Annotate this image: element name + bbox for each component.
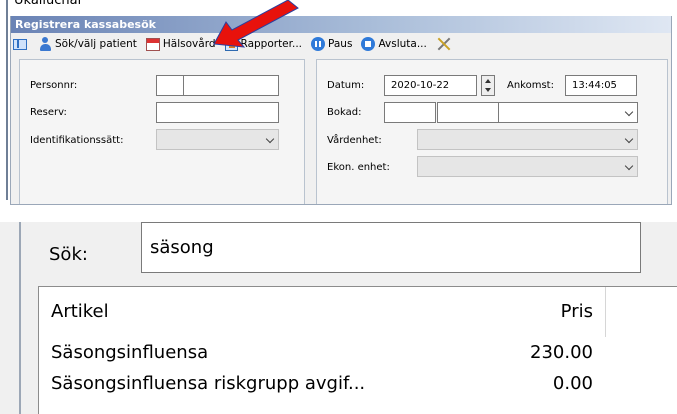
reserv-label: Reserv: — [30, 107, 67, 118]
ekon-enhet-label: Ekon. enhet: — [327, 162, 390, 173]
search-input[interactable] — [141, 222, 641, 273]
patient-panel: Personnr: Reserv: Identifikationssätt: — [19, 59, 305, 204]
personnr-label: Personnr: — [30, 80, 78, 91]
sok-valj-patient-button[interactable]: Sök/välj patient — [39, 37, 137, 51]
identifikationssatt-select[interactable] — [156, 129, 279, 150]
reserv-field[interactable] — [156, 102, 279, 123]
rapporter-button[interactable]: Rapporter... — [224, 37, 303, 51]
table-row[interactable]: Säsongsinfluensa riskgrupp avgif... 0.00 — [39, 370, 677, 400]
toolbar-panel-button[interactable] — [13, 38, 30, 50]
datum-field[interactable]: 2020-10-22 — [384, 75, 477, 96]
calendar-icon — [145, 37, 160, 51]
bokad-select[interactable] — [498, 102, 638, 123]
rapporter-label: Rapporter... — [240, 38, 303, 50]
datum-label: Datum: — [327, 80, 365, 91]
top-screenshot: Ukalluchar Registrera kassabesök Sök/väl… — [0, 0, 677, 205]
window-edge — [6, 0, 8, 200]
report-icon — [224, 37, 238, 51]
visit-panel: Datum: 2020-10-22 Ankomst: 13:44:05 Boka… — [316, 59, 668, 204]
identifikationssatt-label: Identifikationssätt: — [30, 135, 124, 146]
window-title-bar: Registrera kassabesök — [11, 16, 671, 33]
bokad-field-2[interactable] — [437, 102, 499, 123]
column-separator — [605, 287, 606, 337]
column-header-artikel[interactable]: Artikel — [51, 301, 109, 322]
avsluta-label: Avsluta... — [378, 38, 427, 50]
artikel-cell: Säsongsinfluensa — [51, 342, 209, 363]
chevron-down-icon — [624, 107, 634, 117]
window-edge — [19, 222, 21, 414]
patient-icon — [39, 37, 52, 51]
paus-button[interactable]: Paus — [311, 37, 352, 51]
pris-cell: 0.00 — [552, 373, 593, 394]
ankomst-field[interactable]: 13:44:05 — [565, 75, 637, 96]
paus-label: Paus — [328, 38, 353, 50]
tools-button[interactable] — [436, 36, 455, 52]
sok-valj-patient-label: Sök/välj patient — [55, 38, 137, 50]
halsovard-label: Hälsovård — [162, 38, 216, 50]
toolbar: Sök/välj patient Hälsovård Rapporter... … — [11, 33, 671, 55]
personnr-prefix-field[interactable] — [156, 75, 184, 96]
ekon-enhet-select[interactable] — [417, 156, 638, 177]
list-header: Artikel Pris — [39, 287, 677, 337]
vardenhet-label: Vårdenhet: — [327, 135, 382, 146]
datum-spinner[interactable] — [481, 75, 495, 96]
chevron-down-icon — [265, 134, 275, 144]
table-row[interactable]: Säsongsinfluensa 230.00 — [39, 339, 677, 369]
tools-icon — [436, 36, 452, 52]
personnr-field[interactable] — [183, 75, 279, 96]
panel-icon — [13, 38, 27, 50]
bokad-field-1[interactable] — [384, 102, 436, 123]
chevron-down-icon — [624, 134, 634, 144]
halsovard-button[interactable]: Hälsovård — [145, 37, 216, 51]
cropped-text-fragment: Ukalluchar — [14, 0, 83, 8]
article-result-list: Artikel Pris Säsongsinfluensa 230.00 Säs… — [38, 286, 677, 414]
pris-cell: 230.00 — [530, 342, 593, 363]
bokad-label: Bokad: — [327, 107, 362, 118]
stop-icon — [361, 37, 376, 51]
bottom-screenshot: Sök: Artikel Pris Säsongsinfluensa 230.0… — [0, 222, 677, 414]
avsluta-button[interactable]: Avsluta... — [361, 37, 427, 51]
vardenhet-select[interactable] — [417, 129, 638, 150]
kassabesok-window: Registrera kassabesök Sök/välj patient H… — [10, 16, 672, 205]
ankomst-label: Ankomst: — [507, 80, 554, 91]
window-title: Registrera kassabesök — [15, 18, 156, 31]
pause-icon — [311, 37, 326, 51]
chevron-down-icon — [624, 161, 634, 171]
search-label: Sök: — [49, 244, 88, 265]
column-header-pris[interactable]: Pris — [561, 301, 593, 322]
artikel-cell: Säsongsinfluensa riskgrupp avgif... — [51, 373, 366, 394]
